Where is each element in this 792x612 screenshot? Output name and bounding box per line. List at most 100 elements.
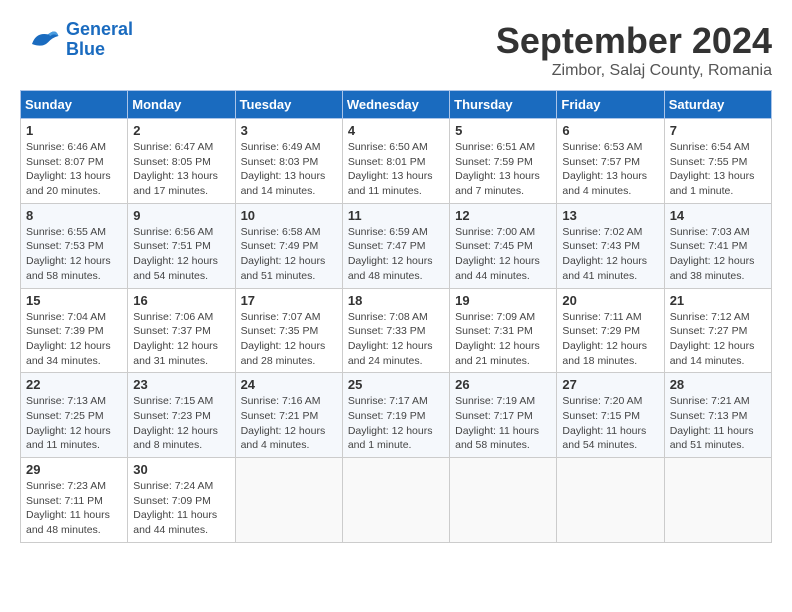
calendar-cell: 1 Sunrise: 6:46 AMSunset: 8:07 PMDayligh… (21, 119, 128, 204)
calendar-cell: 20 Sunrise: 7:11 AMSunset: 7:29 PMDaylig… (557, 288, 664, 373)
day-info: Sunrise: 6:59 AMSunset: 7:47 PMDaylight:… (348, 226, 433, 282)
col-saturday: Saturday (664, 91, 771, 119)
day-number: 6 (562, 123, 658, 138)
calendar-cell: 11 Sunrise: 6:59 AMSunset: 7:47 PMDaylig… (342, 203, 449, 288)
calendar-cell: 22 Sunrise: 7:13 AMSunset: 7:25 PMDaylig… (21, 373, 128, 458)
calendar-cell: 27 Sunrise: 7:20 AMSunset: 7:15 PMDaylig… (557, 373, 664, 458)
day-number: 22 (26, 377, 122, 392)
day-info: Sunrise: 6:46 AMSunset: 8:07 PMDaylight:… (26, 141, 111, 197)
day-number: 29 (26, 462, 122, 477)
day-number: 8 (26, 208, 122, 223)
day-info: Sunrise: 6:49 AMSunset: 8:03 PMDaylight:… (241, 141, 326, 197)
calendar-cell: 16 Sunrise: 7:06 AMSunset: 7:37 PMDaylig… (128, 288, 235, 373)
day-number: 14 (670, 208, 766, 223)
day-info: Sunrise: 7:13 AMSunset: 7:25 PMDaylight:… (26, 395, 111, 451)
day-number: 20 (562, 293, 658, 308)
calendar-cell (342, 458, 449, 543)
calendar-cell: 13 Sunrise: 7:02 AMSunset: 7:43 PMDaylig… (557, 203, 664, 288)
day-number: 18 (348, 293, 444, 308)
day-number: 23 (133, 377, 229, 392)
calendar-cell: 25 Sunrise: 7:17 AMSunset: 7:19 PMDaylig… (342, 373, 449, 458)
day-info: Sunrise: 6:56 AMSunset: 7:51 PMDaylight:… (133, 226, 218, 282)
day-info: Sunrise: 7:11 AMSunset: 7:29 PMDaylight:… (562, 311, 647, 367)
day-number: 11 (348, 208, 444, 223)
calendar-cell (557, 458, 664, 543)
day-info: Sunrise: 7:09 AMSunset: 7:31 PMDaylight:… (455, 311, 540, 367)
day-info: Sunrise: 7:02 AMSunset: 7:43 PMDaylight:… (562, 226, 647, 282)
calendar-row-2: 8 Sunrise: 6:55 AMSunset: 7:53 PMDayligh… (21, 203, 772, 288)
calendar-cell: 29 Sunrise: 7:23 AMSunset: 7:11 PMDaylig… (21, 458, 128, 543)
day-info: Sunrise: 7:23 AMSunset: 7:11 PMDaylight:… (26, 480, 110, 536)
calendar-cell: 28 Sunrise: 7:21 AMSunset: 7:13 PMDaylig… (664, 373, 771, 458)
header: General Blue September 2024 Zimbor, Sala… (20, 20, 772, 80)
calendar-row-3: 15 Sunrise: 7:04 AMSunset: 7:39 PMDaylig… (21, 288, 772, 373)
calendar-cell: 15 Sunrise: 7:04 AMSunset: 7:39 PMDaylig… (21, 288, 128, 373)
calendar-header-row: Sunday Monday Tuesday Wednesday Thursday… (21, 91, 772, 119)
page-subtitle: Zimbor, Salaj County, Romania (496, 62, 772, 80)
calendar-cell: 12 Sunrise: 7:00 AMSunset: 7:45 PMDaylig… (450, 203, 557, 288)
calendar-cell: 23 Sunrise: 7:15 AMSunset: 7:23 PMDaylig… (128, 373, 235, 458)
day-number: 5 (455, 123, 551, 138)
calendar-cell: 21 Sunrise: 7:12 AMSunset: 7:27 PMDaylig… (664, 288, 771, 373)
day-info: Sunrise: 7:04 AMSunset: 7:39 PMDaylight:… (26, 311, 111, 367)
calendar-cell: 19 Sunrise: 7:09 AMSunset: 7:31 PMDaylig… (450, 288, 557, 373)
calendar-cell: 18 Sunrise: 7:08 AMSunset: 7:33 PMDaylig… (342, 288, 449, 373)
col-wednesday: Wednesday (342, 91, 449, 119)
calendar-cell: 26 Sunrise: 7:19 AMSunset: 7:17 PMDaylig… (450, 373, 557, 458)
day-number: 7 (670, 123, 766, 138)
calendar-cell: 24 Sunrise: 7:16 AMSunset: 7:21 PMDaylig… (235, 373, 342, 458)
calendar-cell: 7 Sunrise: 6:54 AMSunset: 7:55 PMDayligh… (664, 119, 771, 204)
day-info: Sunrise: 7:06 AMSunset: 7:37 PMDaylight:… (133, 311, 218, 367)
day-number: 2 (133, 123, 229, 138)
day-info: Sunrise: 7:08 AMSunset: 7:33 PMDaylight:… (348, 311, 433, 367)
calendar-row-1: 1 Sunrise: 6:46 AMSunset: 8:07 PMDayligh… (21, 119, 772, 204)
calendar-cell: 10 Sunrise: 6:58 AMSunset: 7:49 PMDaylig… (235, 203, 342, 288)
day-number: 4 (348, 123, 444, 138)
day-info: Sunrise: 6:58 AMSunset: 7:49 PMDaylight:… (241, 226, 326, 282)
day-number: 1 (26, 123, 122, 138)
day-number: 15 (26, 293, 122, 308)
calendar-cell: 17 Sunrise: 7:07 AMSunset: 7:35 PMDaylig… (235, 288, 342, 373)
calendar-cell: 9 Sunrise: 6:56 AMSunset: 7:51 PMDayligh… (128, 203, 235, 288)
day-number: 30 (133, 462, 229, 477)
day-info: Sunrise: 7:17 AMSunset: 7:19 PMDaylight:… (348, 395, 433, 451)
calendar-cell: 3 Sunrise: 6:49 AMSunset: 8:03 PMDayligh… (235, 119, 342, 204)
day-number: 13 (562, 208, 658, 223)
day-number: 16 (133, 293, 229, 308)
logo-line2: Blue (66, 39, 105, 59)
calendar-cell: 4 Sunrise: 6:50 AMSunset: 8:01 PMDayligh… (342, 119, 449, 204)
day-info: Sunrise: 6:47 AMSunset: 8:05 PMDaylight:… (133, 141, 218, 197)
day-number: 10 (241, 208, 337, 223)
calendar-cell (235, 458, 342, 543)
day-number: 26 (455, 377, 551, 392)
day-info: Sunrise: 7:03 AMSunset: 7:41 PMDaylight:… (670, 226, 755, 282)
page-title: September 2024 (496, 20, 772, 62)
day-number: 27 (562, 377, 658, 392)
day-info: Sunrise: 7:20 AMSunset: 7:15 PMDaylight:… (562, 395, 646, 451)
logo-line1: General (66, 19, 133, 39)
day-info: Sunrise: 7:07 AMSunset: 7:35 PMDaylight:… (241, 311, 326, 367)
day-info: Sunrise: 7:24 AMSunset: 7:09 PMDaylight:… (133, 480, 217, 536)
calendar-cell: 8 Sunrise: 6:55 AMSunset: 7:53 PMDayligh… (21, 203, 128, 288)
day-info: Sunrise: 7:12 AMSunset: 7:27 PMDaylight:… (670, 311, 755, 367)
col-friday: Friday (557, 91, 664, 119)
day-info: Sunrise: 6:55 AMSunset: 7:53 PMDaylight:… (26, 226, 111, 282)
calendar-cell: 14 Sunrise: 7:03 AMSunset: 7:41 PMDaylig… (664, 203, 771, 288)
calendar-cell: 6 Sunrise: 6:53 AMSunset: 7:57 PMDayligh… (557, 119, 664, 204)
day-info: Sunrise: 7:21 AMSunset: 7:13 PMDaylight:… (670, 395, 754, 451)
day-number: 17 (241, 293, 337, 308)
day-number: 24 (241, 377, 337, 392)
day-info: Sunrise: 7:15 AMSunset: 7:23 PMDaylight:… (133, 395, 218, 451)
day-info: Sunrise: 6:53 AMSunset: 7:57 PMDaylight:… (562, 141, 647, 197)
logo-icon (20, 20, 60, 60)
calendar-cell: 30 Sunrise: 7:24 AMSunset: 7:09 PMDaylig… (128, 458, 235, 543)
logo: General Blue (20, 20, 133, 60)
day-number: 3 (241, 123, 337, 138)
day-info: Sunrise: 7:16 AMSunset: 7:21 PMDaylight:… (241, 395, 326, 451)
calendar-cell: 5 Sunrise: 6:51 AMSunset: 7:59 PMDayligh… (450, 119, 557, 204)
title-block: September 2024 Zimbor, Salaj County, Rom… (496, 20, 772, 80)
day-info: Sunrise: 6:51 AMSunset: 7:59 PMDaylight:… (455, 141, 540, 197)
day-info: Sunrise: 6:54 AMSunset: 7:55 PMDaylight:… (670, 141, 755, 197)
calendar-row-4: 22 Sunrise: 7:13 AMSunset: 7:25 PMDaylig… (21, 373, 772, 458)
col-thursday: Thursday (450, 91, 557, 119)
